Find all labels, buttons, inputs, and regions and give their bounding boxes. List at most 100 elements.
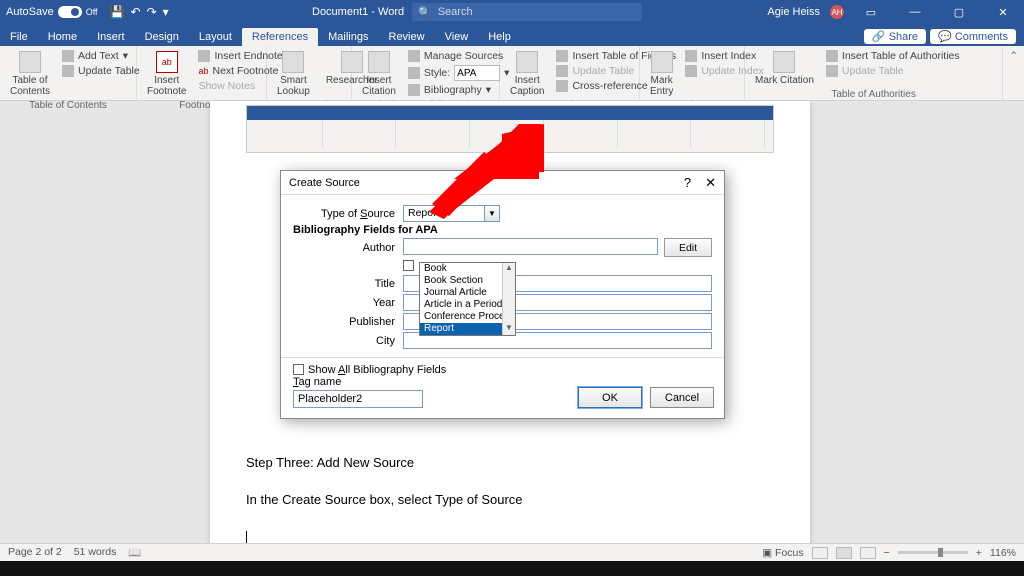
- cancel-button[interactable]: Cancel: [650, 387, 714, 408]
- publisher-label: Publisher: [293, 316, 403, 328]
- dropdown-option[interactable]: Journal Article: [420, 287, 515, 299]
- comments-button[interactable]: 💬 Comments: [930, 29, 1016, 44]
- index-icon: [685, 50, 697, 62]
- tab-layout[interactable]: Layout: [189, 28, 242, 46]
- city-label: City: [293, 335, 403, 347]
- corporate-author-checkbox[interactable]: [403, 260, 414, 271]
- cross-ref-icon: [556, 80, 568, 92]
- dropdown-option[interactable]: Book Section: [420, 275, 515, 287]
- smart-lookup-icon: [282, 51, 304, 73]
- zoom-out-icon[interactable]: −: [884, 547, 890, 559]
- ribbon-options-icon[interactable]: ▭: [854, 0, 888, 24]
- tab-insert[interactable]: Insert: [87, 28, 135, 46]
- minimize-icon[interactable]: —: [898, 0, 932, 24]
- tab-mailings[interactable]: Mailings: [318, 28, 378, 46]
- dropdown-option[interactable]: Conference Proceedings: [420, 311, 515, 323]
- quick-access-toolbar: 💾 ↶ ↷ ▾: [110, 5, 169, 19]
- tab-design[interactable]: Design: [135, 28, 189, 46]
- citation-style-select[interactable]: Style: ▾: [408, 64, 510, 82]
- scroll-up-icon[interactable]: ▲: [503, 263, 515, 275]
- tab-help[interactable]: Help: [478, 28, 521, 46]
- biblio-icon: [408, 84, 420, 96]
- proofing-icon[interactable]: 📖: [128, 546, 141, 559]
- manage-icon: [408, 50, 420, 62]
- tab-file[interactable]: File: [0, 28, 38, 46]
- title-bar: AutoSave Off 💾 ↶ ↷ ▾ Document1 - Word 🔍 …: [0, 0, 1024, 24]
- toc-icon: [19, 51, 41, 73]
- avatar[interactable]: AH: [830, 5, 844, 19]
- mark-citation-button[interactable]: Mark Citation: [751, 49, 818, 88]
- create-source-dialog: Create Source ? ✕ Type of Source Report …: [280, 170, 725, 419]
- show-all-label: Show All Bibliography Fields: [308, 364, 446, 376]
- ok-button[interactable]: OK: [578, 387, 642, 408]
- mark-entry-icon: [651, 51, 673, 73]
- tab-references[interactable]: References: [242, 28, 318, 46]
- add-text-button[interactable]: Add Text ▾: [62, 49, 140, 63]
- update-toc-button[interactable]: Update Table: [62, 64, 140, 78]
- scroll-down-icon[interactable]: ▼: [503, 323, 515, 335]
- zoom-level[interactable]: 116%: [990, 547, 1016, 559]
- toc-button[interactable]: Table of Contents: [6, 49, 54, 99]
- tab-view[interactable]: View: [435, 28, 479, 46]
- dialog-titlebar: Create Source ? ✕: [281, 171, 724, 195]
- zoom-in-icon[interactable]: +: [976, 547, 982, 559]
- bibliography-button[interactable]: Bibliography ▾: [408, 83, 510, 97]
- document-title: Document1 - Word: [312, 6, 404, 18]
- collapse-ribbon-icon[interactable]: ⌃: [1003, 46, 1024, 100]
- word-count[interactable]: 51 words: [74, 546, 117, 559]
- user-name[interactable]: Agie Heiss: [767, 6, 820, 18]
- tag-name-label: Tag name: [293, 376, 446, 388]
- style-icon: [408, 67, 420, 79]
- focus-mode-button[interactable]: ▣ Focus: [762, 547, 803, 559]
- autosave-toggle[interactable]: AutoSave Off: [0, 6, 104, 18]
- insert-authorities-button[interactable]: Insert Table of Authorities: [826, 49, 960, 63]
- dropdown-option[interactable]: Book: [420, 263, 515, 275]
- dropdown-scrollbar[interactable]: ▲ ▼: [502, 263, 515, 335]
- read-mode-icon[interactable]: [812, 547, 828, 559]
- type-of-source-dropdown[interactable]: Book Book Section Journal Article Articl…: [419, 262, 516, 336]
- show-all-fields-checkbox[interactable]: [293, 364, 304, 375]
- print-layout-icon[interactable]: [836, 547, 852, 559]
- search-box[interactable]: 🔍: [412, 3, 642, 21]
- page-indicator[interactable]: Page 2 of 2: [8, 546, 62, 559]
- zoom-slider[interactable]: [898, 551, 968, 554]
- caption-icon: [516, 51, 538, 73]
- share-button[interactable]: 🔗 Share: [864, 29, 926, 44]
- help-icon[interactable]: ?: [684, 175, 691, 191]
- ribbon-tabs: File Home Insert Design Layout Reference…: [0, 24, 1024, 46]
- mark-citation-icon: [773, 51, 795, 73]
- undo-icon[interactable]: ↶: [131, 5, 141, 19]
- paragraph: In the Create Source box, select Type of…: [246, 488, 774, 511]
- tag-name-field[interactable]: [293, 390, 423, 408]
- maximize-icon[interactable]: ▢: [942, 0, 976, 24]
- chevron-down-icon[interactable]: ▼: [485, 205, 500, 222]
- close-icon[interactable]: ✕: [986, 0, 1020, 24]
- dropdown-option[interactable]: Article in a Periodical: [420, 299, 515, 311]
- style-value[interactable]: [454, 65, 500, 81]
- dropdown-option-selected[interactable]: Report: [420, 323, 515, 335]
- save-icon[interactable]: 💾: [110, 5, 125, 19]
- edit-author-button[interactable]: Edit: [664, 238, 712, 257]
- mark-entry-button[interactable]: Mark Entry: [646, 49, 677, 99]
- author-field[interactable]: [403, 238, 658, 255]
- tab-home[interactable]: Home: [38, 28, 87, 46]
- manage-sources-button[interactable]: Manage Sources: [408, 49, 510, 63]
- insert-citation-button[interactable]: Insert Citation: [358, 49, 400, 99]
- web-layout-icon[interactable]: [860, 547, 876, 559]
- insert-caption-button[interactable]: Insert Caption: [506, 49, 548, 99]
- type-of-source-label: Type of Source: [293, 208, 403, 220]
- tab-review[interactable]: Review: [379, 28, 435, 46]
- smart-lookup-button[interactable]: Smart Lookup: [273, 49, 314, 99]
- redo-icon[interactable]: ↷: [147, 5, 157, 19]
- endnote-icon: [198, 50, 210, 62]
- title-label: Title: [293, 278, 403, 290]
- update-icon: [556, 65, 568, 77]
- document-content[interactable]: Step Three: Add New Source In the Create…: [246, 451, 774, 543]
- qat-dropdown-icon[interactable]: ▾: [163, 5, 169, 19]
- insert-footnote-button[interactable]: abInsert Footnote: [143, 49, 190, 99]
- autosave-state: Off: [86, 7, 98, 17]
- search-input[interactable]: [438, 6, 636, 18]
- close-dialog-icon[interactable]: ✕: [705, 175, 716, 191]
- windows-taskbar[interactable]: [0, 561, 1024, 576]
- type-of-source-combo[interactable]: Report ▼: [403, 205, 500, 222]
